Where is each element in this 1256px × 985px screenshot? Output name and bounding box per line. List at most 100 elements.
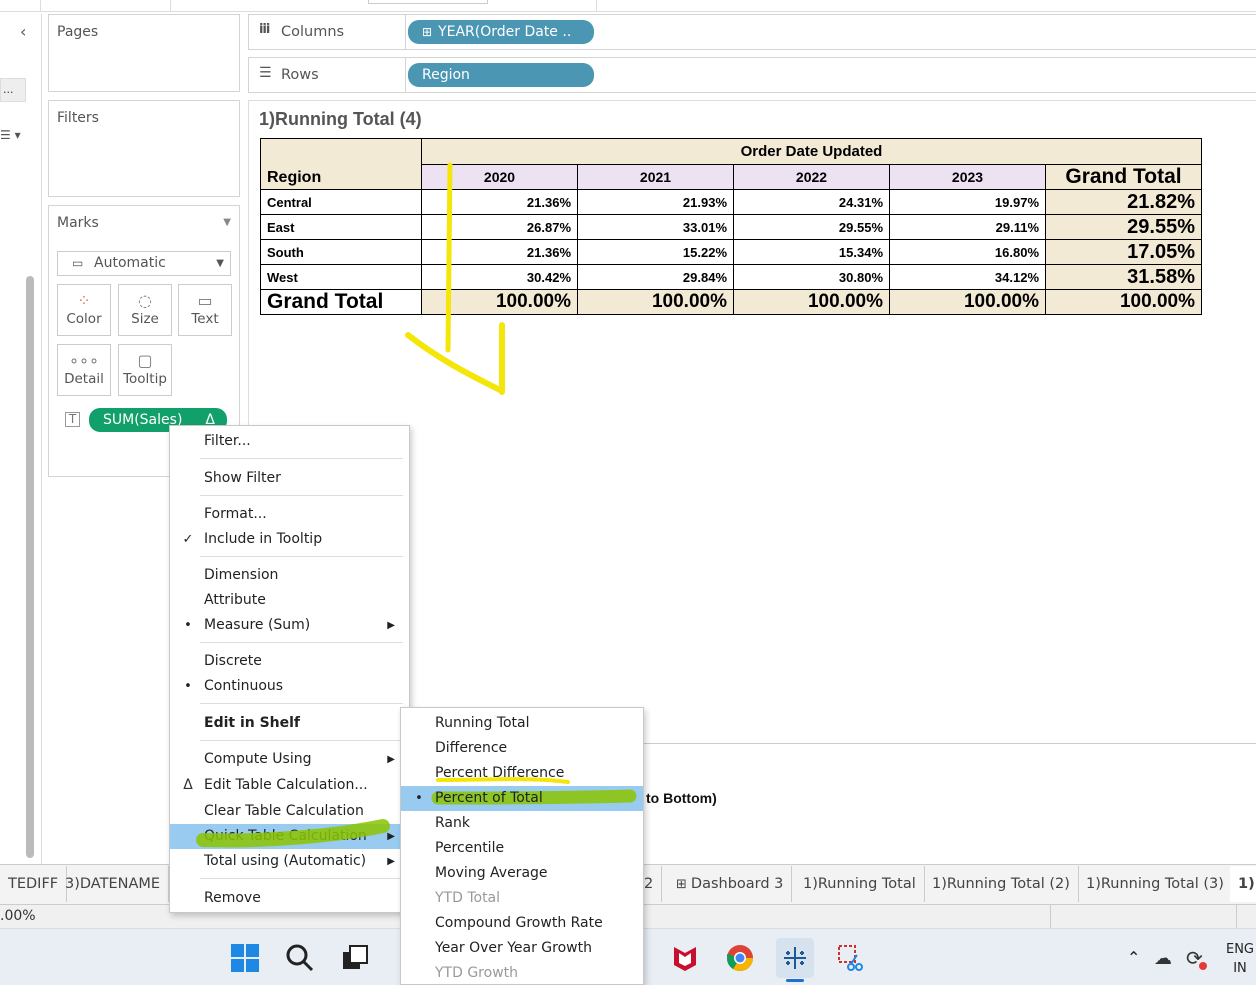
pages-label: Pages [57, 24, 99, 40]
menu-discrete[interactable]: Discrete [170, 649, 409, 674]
submenu-item-compound-growth-rate[interactable]: Compound Growth Rate [401, 911, 643, 936]
tab-running-total-3[interactable]: 1)Running Total (3) [1078, 866, 1233, 902]
submenu-item-percentile[interactable]: Percentile [401, 836, 643, 861]
tab-running-total-2[interactable]: 1)Running Total (2) [924, 866, 1079, 902]
tab-dashboard-3[interactable]: ⊞ Dashboard 3 [668, 866, 793, 902]
row-total-cell[interactable]: 21.82% [1045, 189, 1202, 215]
text-mark-icon: ▭ [72, 256, 84, 270]
row-total-cell[interactable]: 31.58% [1045, 264, 1202, 290]
collapse-arrow-icon[interactable]: ‹ [20, 22, 26, 41]
submenu-item-yoy-growth[interactable]: Year Over Year Growth [401, 936, 643, 961]
region-cell[interactable]: West [260, 264, 422, 290]
search-icon[interactable] [281, 938, 319, 978]
submenu-label: Running Total [435, 715, 530, 731]
submenu-label: YTD Total [435, 890, 501, 906]
columns-pill-label: YEAR(Order Date .. [438, 24, 572, 40]
tooltip-button[interactable]: ▢ Tooltip [118, 344, 172, 396]
value-cell[interactable]: 29.84% [577, 264, 734, 290]
row-total-cell[interactable]: 17.05% [1045, 239, 1202, 265]
rows-pill[interactable]: Region [408, 63, 594, 87]
scrollbar[interactable] [26, 276, 34, 858]
menu-total-using-label: Total using (Automatic) [204, 853, 367, 869]
marks-dropdown-icon[interactable]: ▼ [223, 217, 231, 228]
value-cell[interactable]: 21.93% [577, 189, 734, 215]
menu-measure[interactable]: • Measure (Sum) ▶ [170, 613, 409, 638]
value-cell[interactable]: 24.31% [733, 189, 890, 215]
dashboard-tab-label: Dashboard 3 [690, 876, 784, 892]
region-cell[interactable]: East [260, 214, 422, 240]
total-cell[interactable]: 100.00% [889, 289, 1046, 315]
total-cell[interactable]: 100.00% [733, 289, 890, 315]
tab-running-total-4[interactable]: 1)R [1230, 866, 1256, 902]
columns-shelf: ⅲ Columns ⊞ YEAR(Order Date .. [248, 14, 1256, 50]
submenu-item-running-total[interactable]: Running Total [401, 711, 643, 736]
rows-label-box: ☰ Rows [249, 58, 406, 92]
year-header[interactable]: 2021 [577, 164, 734, 190]
detail-button[interactable]: ∘∘∘ Detail [57, 344, 111, 396]
menu-attribute[interactable]: Attribute [170, 588, 409, 613]
text-label: Text [191, 311, 219, 327]
value-cell[interactable]: 15.34% [733, 239, 890, 265]
size-button[interactable]: ◌ Size [118, 284, 172, 336]
submenu-item-moving-average[interactable]: Moving Average [401, 861, 643, 886]
chrome-icon[interactable] [721, 938, 759, 978]
value-cell[interactable]: 19.97% [889, 189, 1046, 215]
year-header[interactable]: 2023 [889, 164, 1046, 190]
value-cell[interactable]: 15.22% [577, 239, 734, 265]
menu-edit-in-shelf[interactable]: Edit in Shelf [170, 711, 409, 736]
menu-edit-table-calc[interactable]: Δ Edit Table Calculation... [170, 773, 409, 798]
columns-pill[interactable]: ⊞ YEAR(Order Date .. [408, 20, 594, 44]
menu-format[interactable]: Format... [170, 502, 409, 527]
submenu-label: Rank [435, 815, 470, 831]
submenu-label: Percent of Total [435, 790, 543, 806]
total-cell[interactable]: 100.00% [1045, 289, 1202, 315]
menu-dimension-label: Dimension [204, 567, 279, 583]
value-cell[interactable]: 30.80% [733, 264, 890, 290]
tab-datename[interactable]: 3)DATENAME [57, 866, 170, 902]
chevron-down-icon: ▼ [216, 258, 224, 269]
onedrive-icon[interactable]: ☁ [1154, 948, 1172, 969]
value-cell[interactable]: 16.80% [889, 239, 1046, 265]
filters-panel: Filters [48, 100, 240, 197]
submenu-label: Moving Average [435, 865, 548, 881]
menu-attribute-label: Attribute [204, 592, 266, 608]
submenu-item-ytd-total: YTD Total [401, 886, 643, 911]
list-icon[interactable]: ☰ ▾ [0, 128, 21, 142]
region-cell[interactable]: Central [260, 189, 422, 215]
value-cell[interactable]: 29.55% [733, 214, 890, 240]
menu-dimension[interactable]: Dimension [170, 563, 409, 588]
mcafee-icon[interactable] [666, 938, 704, 978]
mark-type-select[interactable]: ▭ Automatic ▼ [57, 251, 231, 276]
menu-compute-using[interactable]: Compute Using ▶ [170, 747, 409, 772]
color-button[interactable]: ⁘ Color [57, 284, 111, 336]
submenu-arrow-icon: ▶ [387, 754, 395, 765]
row-total-cell[interactable]: 29.55% [1045, 214, 1202, 240]
total-cell[interactable]: 100.00% [577, 289, 734, 315]
annotation-arrow [405, 162, 505, 395]
menu-remove[interactable]: Remove [170, 886, 409, 911]
tab-running-total[interactable]: 1)Running Total [795, 866, 925, 902]
menu-continuous[interactable]: • Continuous [170, 674, 409, 699]
language-indicator[interactable]: ENG IN [1224, 940, 1256, 978]
rows-pill-label: Region [422, 67, 470, 83]
menu-show-filter[interactable]: Show Filter [170, 466, 409, 491]
menu-filter[interactable]: Filter... [170, 429, 409, 454]
expand-icon: ⊞ [422, 25, 433, 39]
value-cell[interactable]: 29.11% [889, 214, 1046, 240]
tableau-icon[interactable] [776, 938, 814, 978]
color-label: Color [66, 311, 102, 327]
task-view-icon[interactable] [336, 938, 374, 978]
text-button[interactable]: ▭ Text [178, 284, 232, 336]
windows-start-icon[interactable] [226, 938, 264, 978]
menu-total-using[interactable]: Total using (Automatic) ▶ [170, 849, 409, 874]
submenu-item-rank[interactable]: Rank [401, 811, 643, 836]
pages-panel: Pages [48, 14, 240, 92]
submenu-item-difference[interactable]: Difference [401, 736, 643, 761]
snipping-tool-icon[interactable] [831, 938, 869, 978]
region-cell[interactable]: South [260, 239, 422, 265]
menu-include-tooltip[interactable]: ✓ Include in Tooltip [170, 527, 409, 552]
chevron-up-icon[interactable]: ⌃ [1127, 948, 1140, 967]
year-header[interactable]: 2022 [733, 164, 890, 190]
value-cell[interactable]: 33.01% [577, 214, 734, 240]
value-cell[interactable]: 34.12% [889, 264, 1046, 290]
